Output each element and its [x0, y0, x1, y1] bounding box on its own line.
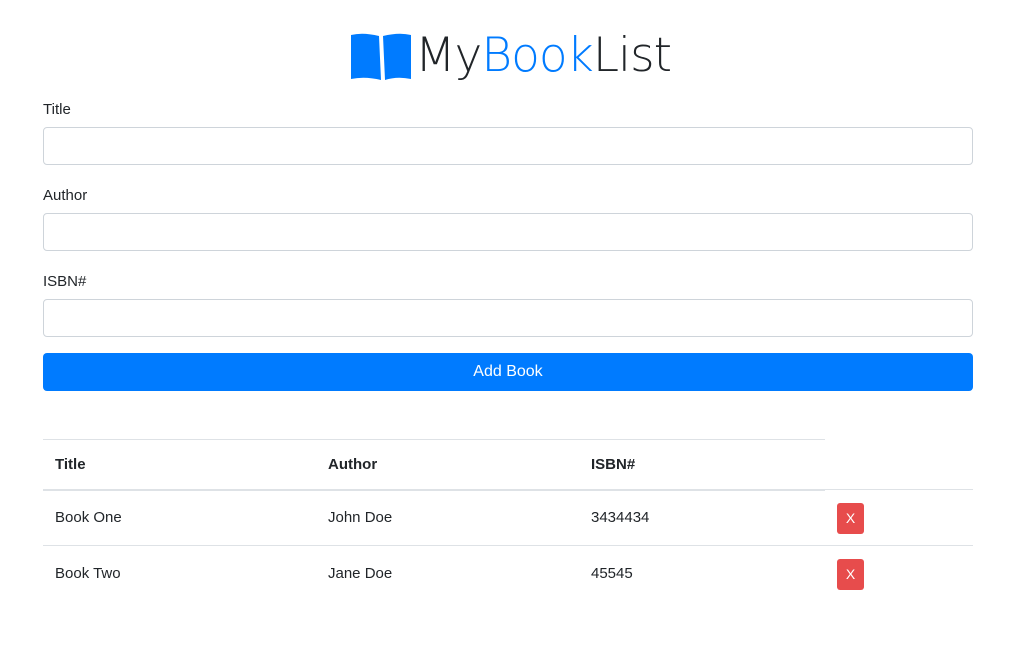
- table-header-row: Title Author ISBN#: [43, 439, 973, 491]
- table-row: Book Two Jane Doe 45545 X: [43, 545, 973, 602]
- column-header-action: [825, 440, 973, 490]
- app-title-book: Book: [481, 28, 594, 83]
- column-header-author: Author: [316, 439, 579, 491]
- book-author-cell: Jane Doe: [316, 545, 579, 602]
- open-book-icon: [350, 33, 411, 80]
- title-label: Title: [43, 101, 71, 118]
- app-title: MyBookList: [414, 24, 672, 88]
- app-logo: MyBookList: [0, 24, 1020, 88]
- author-group: Author: [43, 182, 973, 251]
- book-title-cell: Book One: [43, 489, 316, 546]
- delete-book-button[interactable]: X: [837, 559, 864, 591]
- add-book-button[interactable]: Add Book: [43, 353, 973, 391]
- title-input[interactable]: [43, 127, 973, 165]
- book-isbn-cell: 45545: [579, 545, 825, 602]
- book-isbn-cell: 3434434: [579, 489, 825, 546]
- app-title-list: List: [592, 28, 672, 83]
- isbn-group: ISBN#: [43, 268, 973, 337]
- isbn-label: ISBN#: [43, 273, 87, 290]
- author-input[interactable]: [43, 213, 973, 251]
- author-label: Author: [43, 187, 88, 204]
- book-author-cell: John Doe: [316, 489, 579, 546]
- app-title-my: My: [414, 28, 482, 83]
- column-header-isbn: ISBN#: [579, 439, 825, 491]
- column-header-title: Title: [43, 439, 316, 491]
- book-list-table: Title Author ISBN# Book One John Doe 343…: [43, 439, 973, 602]
- book-action-cell: X: [825, 489, 973, 546]
- book-action-cell: X: [825, 545, 973, 602]
- title-group: Title: [43, 96, 973, 165]
- delete-book-button[interactable]: X: [837, 503, 864, 534]
- table-row: Book One John Doe 3434434 X: [43, 489, 973, 546]
- page: MyBookList Title Author ISBN# Add Book T…: [0, 0, 1020, 653]
- book-title-cell: Book Two: [43, 545, 316, 602]
- isbn-input[interactable]: [43, 299, 973, 337]
